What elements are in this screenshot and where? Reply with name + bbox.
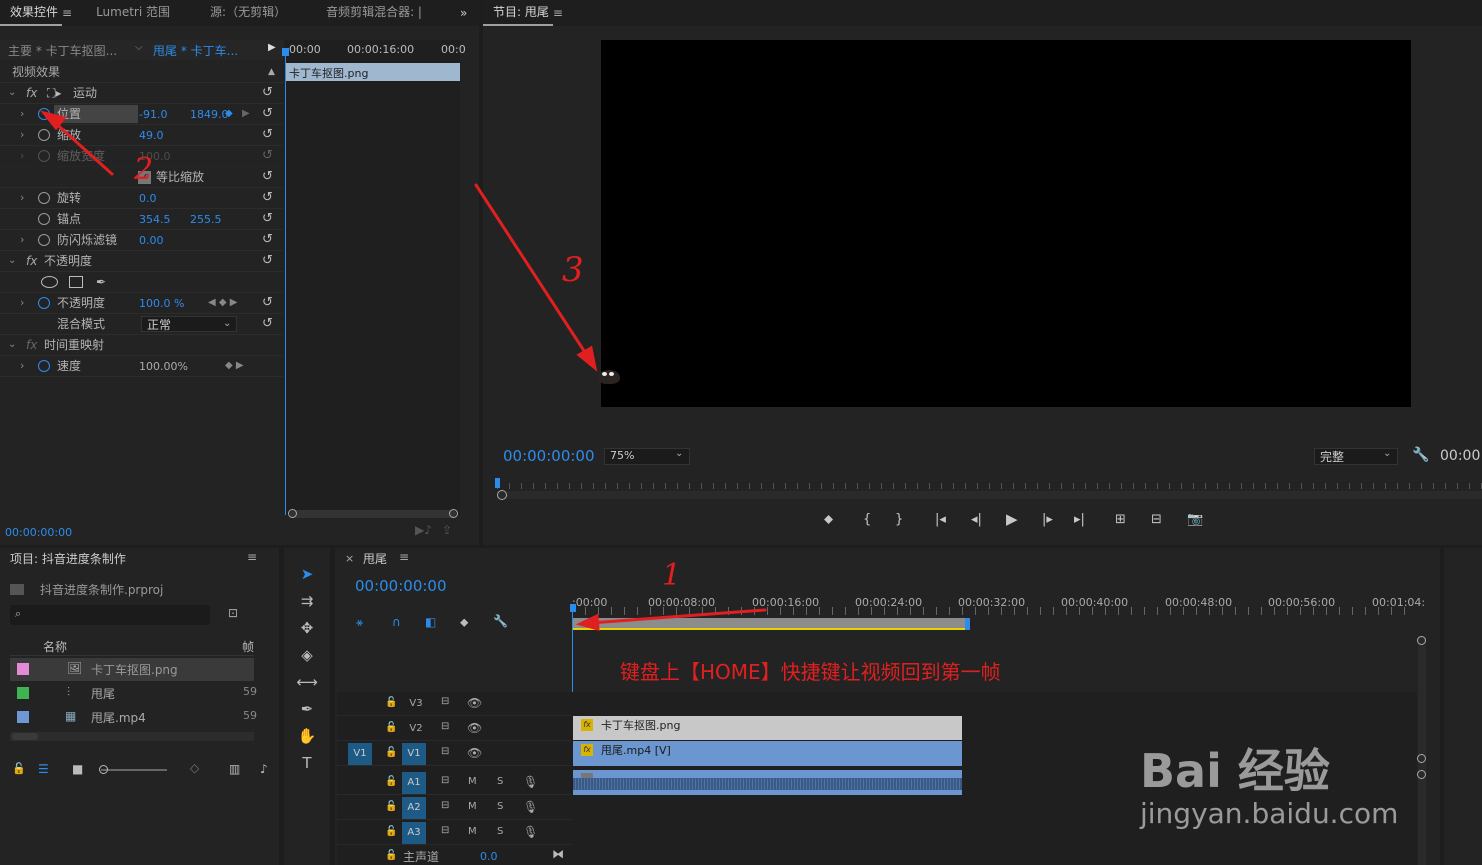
watermark-url: jingyan.baidu.com — [1140, 797, 1399, 830]
annotation-number-3: 3 — [562, 250, 584, 290]
annotation-number-1: 1 — [662, 558, 682, 593]
arrow-1-head — [575, 613, 600, 632]
arrow-3-head — [576, 345, 598, 372]
annotation-number-2: 2 — [134, 152, 154, 187]
arrow-2-shaft — [50, 118, 114, 176]
baidu-watermark: Bai 经验 jingyan.baidu.com — [1140, 735, 1420, 835]
watermark-brand: Bai 经验 — [1140, 744, 1330, 798]
annotation-caption: 键盘上【HOME】快捷键让视频回到第一帧 — [620, 660, 1001, 684]
arrow-1-shaft — [588, 608, 767, 625]
arrow-2-head — [40, 110, 67, 131]
